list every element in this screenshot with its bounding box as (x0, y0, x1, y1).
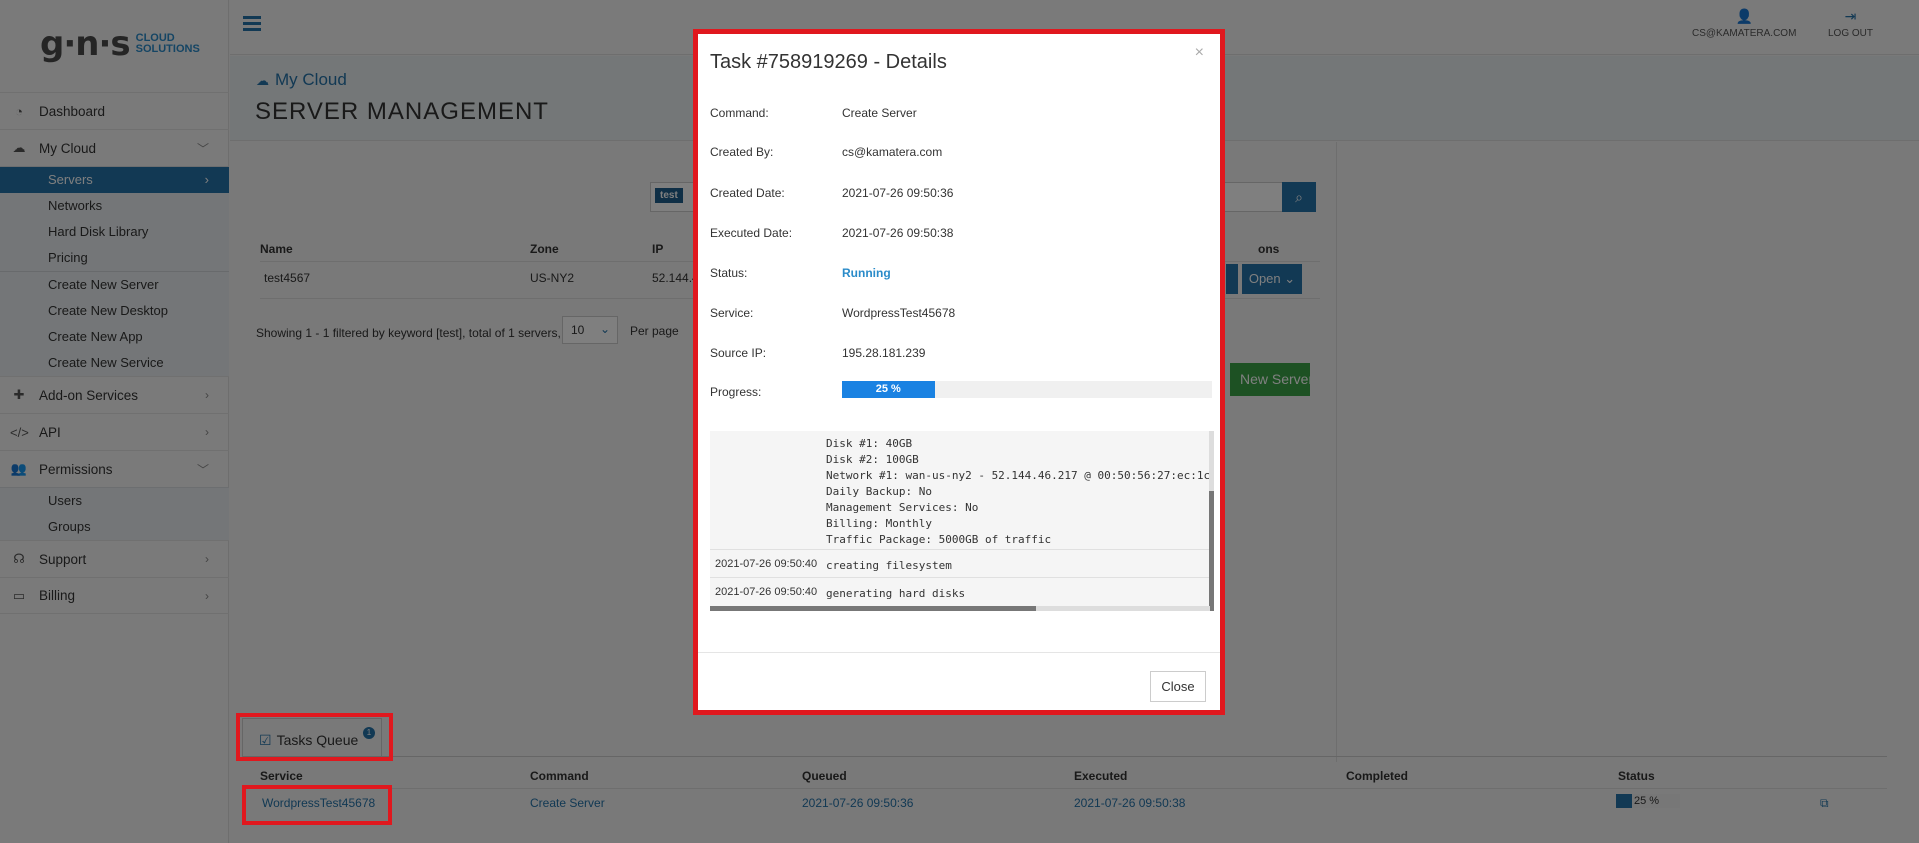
highlight-task-service (242, 785, 392, 825)
field-value: cs@kamatera.com (842, 145, 943, 159)
log-timestamp: 2021-07-26 09:50:40 (715, 586, 818, 598)
field-label: Status: (710, 266, 748, 280)
divider (698, 652, 1220, 653)
field-label: Source IP: (710, 346, 767, 360)
close-icon[interactable]: × (1195, 44, 1204, 62)
task-details-modal: Task #758919269 - Details × Command: Cre… (693, 29, 1225, 715)
log-row: 2021-07-26 09:50:40 generating hard disk… (710, 577, 1210, 605)
log-timestamp: 2021-07-26 09:50:40 (715, 558, 818, 570)
progress-fill: 25 % (842, 381, 935, 398)
field-value: Create Server (842, 106, 917, 120)
log-row: 2021-07-26 09:50:40 creating filesystem (710, 549, 1210, 577)
field-label: Executed Date: (710, 226, 793, 240)
scrollbar-thumb[interactable] (710, 606, 1036, 611)
log-message: generating hard disks (826, 587, 966, 600)
field-label: Service: (710, 306, 754, 320)
field-value: 2021-07-26 09:50:38 (842, 226, 954, 240)
field-value: 195.28.181.239 (842, 346, 926, 360)
scrollbar-thumb[interactable] (1209, 491, 1214, 611)
log-details: Disk #1: 40GB Disk #2: 100GB Network #1:… (826, 437, 1211, 546)
modal-title: Task #758919269 - Details (710, 51, 947, 73)
field-value: 2021-07-26 09:50:36 (842, 186, 954, 200)
status-badge: Running (842, 266, 891, 280)
task-log[interactable]: Disk #1: 40GB Disk #2: 100GB Network #1:… (710, 431, 1214, 611)
field-label: Created Date: (710, 186, 785, 200)
field-label: Command: (710, 106, 769, 120)
field-label: Progress: (710, 385, 762, 399)
progress-bar: 25 % (842, 381, 1212, 398)
close-button[interactable]: Close (1150, 671, 1206, 702)
vertical-scrollbar[interactable] (1209, 431, 1214, 611)
log-message: creating filesystem (826, 559, 952, 572)
field-label: Created By: (710, 145, 774, 159)
field-value: WordpressTest45678 (842, 306, 956, 320)
highlight-tasks-queue (236, 713, 393, 761)
horizontal-scrollbar[interactable] (710, 606, 1210, 611)
